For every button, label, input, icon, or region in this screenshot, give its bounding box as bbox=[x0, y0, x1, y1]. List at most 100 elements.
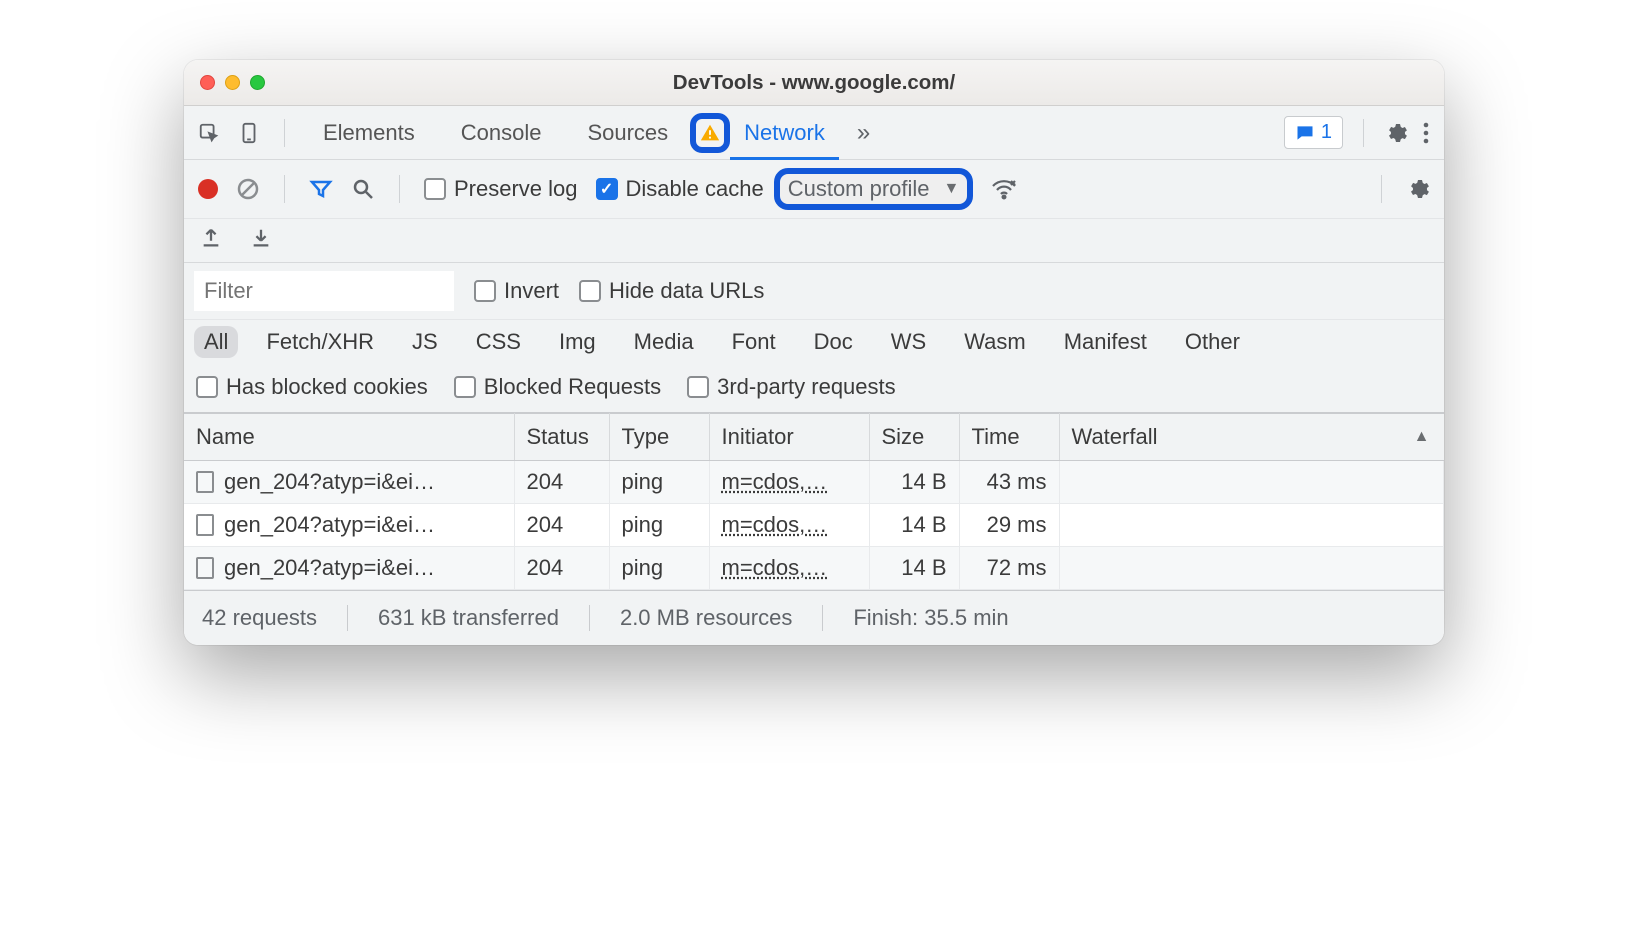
col-size[interactable]: Size bbox=[869, 414, 959, 461]
type-media[interactable]: Media bbox=[624, 326, 704, 358]
request-initiator[interactable]: m=cdos,… bbox=[722, 512, 828, 537]
device-toggle-icon[interactable] bbox=[238, 121, 260, 145]
checkbox-empty[interactable] bbox=[687, 376, 709, 398]
network-conditions-icon[interactable] bbox=[991, 177, 1017, 201]
requests-table: Name Status Type Initiator Size Time Wat… bbox=[184, 413, 1444, 590]
request-waterfall bbox=[1059, 504, 1444, 547]
tab-elements[interactable]: Elements bbox=[309, 106, 429, 159]
table-row[interactable]: gen_204?atyp=i&ei…204pingm=cdos,…14 B43 … bbox=[184, 461, 1444, 504]
type-all[interactable]: All bbox=[194, 326, 238, 358]
checkbox-empty[interactable] bbox=[424, 178, 446, 200]
clear-icon[interactable] bbox=[236, 177, 260, 201]
request-status: 204 bbox=[514, 461, 609, 504]
tab-console[interactable]: Console bbox=[447, 106, 556, 159]
network-toolbar: Preserve log ✓ Disable cache Custom prof… bbox=[184, 160, 1444, 219]
blocked-requests-toggle[interactable]: Blocked Requests bbox=[454, 374, 661, 400]
type-img[interactable]: Img bbox=[549, 326, 606, 358]
status-requests: 42 requests bbox=[202, 605, 317, 631]
divider bbox=[1381, 175, 1382, 203]
devtools-window: DevTools - www.google.com/ Elements Cons… bbox=[184, 60, 1444, 645]
status-bar: 42 requests 631 kB transferred 2.0 MB re… bbox=[184, 590, 1444, 645]
type-other[interactable]: Other bbox=[1175, 326, 1250, 358]
maximize-window-button[interactable] bbox=[250, 75, 265, 90]
checkbox-checked[interactable]: ✓ bbox=[596, 178, 618, 200]
table-row[interactable]: gen_204?atyp=i&ei…204pingm=cdos,…14 B72 … bbox=[184, 547, 1444, 590]
request-initiator[interactable]: m=cdos,… bbox=[722, 555, 828, 580]
blocked-cookies-toggle[interactable]: Has blocked cookies bbox=[196, 374, 428, 400]
request-waterfall bbox=[1059, 461, 1444, 504]
tabstrip-right: 1 bbox=[1284, 116, 1430, 149]
checkbox-empty[interactable] bbox=[454, 376, 476, 398]
checkbox-empty[interactable] bbox=[579, 280, 601, 302]
window-controls bbox=[200, 75, 265, 90]
col-waterfall[interactable]: Waterfall▲ bbox=[1059, 414, 1444, 461]
col-waterfall-label: Waterfall bbox=[1072, 424, 1158, 449]
checkbox-empty[interactable] bbox=[196, 376, 218, 398]
request-time: 72 ms bbox=[959, 547, 1059, 590]
status-resources: 2.0 MB resources bbox=[620, 605, 792, 631]
type-css[interactable]: CSS bbox=[466, 326, 531, 358]
request-initiator[interactable]: m=cdos,… bbox=[722, 469, 828, 494]
request-size: 14 B bbox=[869, 504, 959, 547]
third-party-toggle[interactable]: 3rd-party requests bbox=[687, 374, 896, 400]
disable-cache-toggle[interactable]: ✓ Disable cache bbox=[596, 176, 764, 202]
record-button[interactable] bbox=[198, 179, 218, 199]
table-row[interactable]: gen_204?atyp=i&ei… 204ping m=cdos,… 14 B29 … bbox=[184, 504, 1444, 547]
request-status: 204 bbox=[514, 504, 609, 547]
search-icon[interactable] bbox=[351, 177, 375, 201]
tab-label: Network bbox=[744, 120, 825, 146]
request-time: 29 ms bbox=[959, 504, 1059, 547]
col-time[interactable]: Time bbox=[959, 414, 1059, 461]
type-ws[interactable]: WS bbox=[881, 326, 936, 358]
inspect-element-icon[interactable] bbox=[198, 122, 220, 144]
dropdown-caret-icon: ▼ bbox=[944, 180, 960, 198]
request-type: ping bbox=[609, 504, 709, 547]
network-settings-icon[interactable] bbox=[1406, 177, 1430, 201]
import-har-icon[interactable] bbox=[250, 227, 272, 254]
request-name: gen_204?atyp=i&ei… bbox=[224, 512, 435, 538]
checkbox-empty[interactable] bbox=[474, 280, 496, 302]
tab-label: Elements bbox=[323, 120, 415, 146]
invert-label: Invert bbox=[504, 278, 559, 304]
col-name[interactable]: Name bbox=[184, 414, 514, 461]
throttling-select[interactable]: Custom profile ▼ bbox=[774, 168, 974, 210]
export-har-icon[interactable] bbox=[200, 227, 222, 254]
type-js[interactable]: JS bbox=[402, 326, 448, 358]
document-icon bbox=[196, 514, 214, 536]
filter-input[interactable] bbox=[194, 271, 454, 311]
messages-chip[interactable]: 1 bbox=[1284, 116, 1343, 149]
tab-network[interactable]: Network bbox=[730, 106, 839, 159]
document-icon bbox=[196, 471, 214, 493]
filter-icon[interactable] bbox=[309, 177, 333, 201]
disable-cache-label: Disable cache bbox=[626, 176, 764, 202]
more-tabs-icon[interactable]: » bbox=[857, 119, 870, 147]
type-doc[interactable]: Doc bbox=[804, 326, 863, 358]
blocked-requests-label: Blocked Requests bbox=[484, 374, 661, 400]
col-type[interactable]: Type bbox=[609, 414, 709, 461]
divider bbox=[399, 175, 400, 203]
filter-row: Invert Hide data URLs bbox=[184, 263, 1444, 320]
preserve-log-toggle[interactable]: Preserve log bbox=[424, 176, 578, 202]
type-font[interactable]: Font bbox=[722, 326, 786, 358]
kebab-menu-icon[interactable] bbox=[1422, 121, 1430, 145]
request-type: ping bbox=[609, 461, 709, 504]
request-size: 14 B bbox=[869, 547, 959, 590]
warning-highlight bbox=[690, 113, 730, 153]
message-icon bbox=[1295, 123, 1315, 143]
divider bbox=[822, 605, 823, 631]
col-initiator[interactable]: Initiator bbox=[709, 414, 869, 461]
tab-sources[interactable]: Sources bbox=[573, 106, 682, 159]
hide-data-urls-toggle[interactable]: Hide data URLs bbox=[579, 278, 764, 304]
settings-icon[interactable] bbox=[1384, 121, 1408, 145]
type-fetch-xhr[interactable]: Fetch/XHR bbox=[256, 326, 384, 358]
type-wasm[interactable]: Wasm bbox=[954, 326, 1036, 358]
divider bbox=[589, 605, 590, 631]
request-name: gen_204?atyp=i&ei… bbox=[224, 555, 435, 581]
request-time: 43 ms bbox=[959, 461, 1059, 504]
invert-toggle[interactable]: Invert bbox=[474, 278, 559, 304]
minimize-window-button[interactable] bbox=[225, 75, 240, 90]
close-window-button[interactable] bbox=[200, 75, 215, 90]
col-status[interactable]: Status bbox=[514, 414, 609, 461]
type-manifest[interactable]: Manifest bbox=[1054, 326, 1157, 358]
status-transferred: 631 kB transferred bbox=[378, 605, 559, 631]
